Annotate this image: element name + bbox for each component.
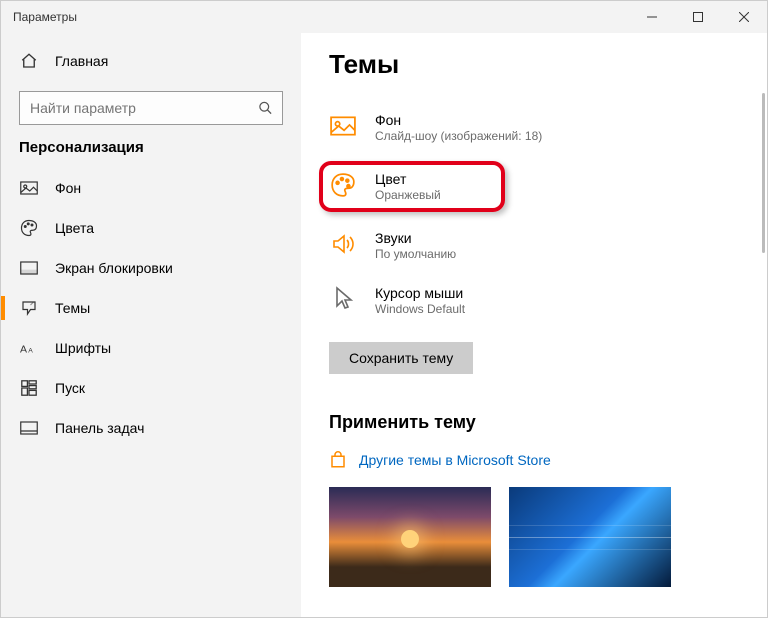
window-body: Главная Персонализация Фон xyxy=(1,33,767,617)
image-icon xyxy=(329,112,357,140)
option-title: Цвет xyxy=(375,171,441,187)
titlebar: Параметры xyxy=(1,1,767,33)
theme-thumbnails xyxy=(329,487,767,587)
option-title: Звуки xyxy=(375,230,456,246)
svg-text:A: A xyxy=(20,344,27,356)
close-button[interactable] xyxy=(721,1,767,33)
sidebar-item-label: Экран блокировки xyxy=(55,260,173,276)
option-title: Фон xyxy=(375,112,542,128)
cursor-icon xyxy=(329,285,357,313)
option-subtitle: Windows Default xyxy=(375,302,465,316)
option-subtitle: По умолчанию xyxy=(375,247,456,261)
sidebar: Главная Персонализация Фон xyxy=(1,33,301,617)
window-controls xyxy=(629,1,767,33)
save-theme-button[interactable]: Сохранить тему xyxy=(329,342,473,374)
option-title: Курсор мыши xyxy=(375,285,465,301)
sidebar-item-lockscreen[interactable]: Экран блокировки xyxy=(1,248,301,288)
sidebar-item-label: Шрифты xyxy=(55,340,111,356)
sidebar-item-fonts[interactable]: AA Шрифты xyxy=(1,328,301,368)
theme-option-background[interactable]: Фон Слайд-шоу (изображений: 18) xyxy=(329,106,767,149)
sidebar-item-colors[interactable]: Цвета xyxy=(1,208,301,248)
search-input[interactable] xyxy=(19,91,283,125)
start-icon xyxy=(19,378,39,398)
search-icon xyxy=(258,101,273,116)
theme-thumbnail[interactable] xyxy=(509,487,671,587)
themes-icon xyxy=(19,298,39,318)
sidebar-item-background[interactable]: Фон xyxy=(1,168,301,208)
apply-theme-heading: Применить тему xyxy=(329,412,767,433)
sidebar-item-taskbar[interactable]: Панель задач xyxy=(1,408,301,448)
settings-window: Параметры Главная xyxy=(0,0,768,618)
theme-option-color[interactable]: Цвет Оранжевый xyxy=(329,171,441,202)
option-subtitle: Слайд-шоу (изображений: 18) xyxy=(375,129,542,143)
option-subtitle: Оранжевый xyxy=(375,188,441,202)
taskbar-icon xyxy=(19,418,39,438)
home-nav[interactable]: Главная xyxy=(1,41,301,81)
image-icon xyxy=(19,178,39,198)
sidebar-item-label: Фон xyxy=(55,180,81,196)
sidebar-item-label: Цвета xyxy=(55,220,94,236)
section-header: Персонализация xyxy=(1,139,301,168)
scrollbar[interactable] xyxy=(762,93,765,253)
lockscreen-icon xyxy=(19,258,39,278)
palette-icon xyxy=(329,171,357,199)
theme-option-sounds[interactable]: Звуки По умолчанию xyxy=(329,224,767,267)
fonts-icon: AA xyxy=(19,338,39,358)
sound-icon xyxy=(329,230,357,258)
window-title: Параметры xyxy=(1,10,629,24)
home-label: Главная xyxy=(55,53,108,69)
main-content: Темы Фон Слайд-шоу (изображений: 18) Цве… xyxy=(301,33,767,617)
sidebar-item-start[interactable]: Пуск xyxy=(1,368,301,408)
minimize-button[interactable] xyxy=(629,1,675,33)
store-link-label: Другие темы в Microsoft Store xyxy=(359,452,551,468)
maximize-button[interactable] xyxy=(675,1,721,33)
theme-option-cursor[interactable]: Курсор мыши Windows Default xyxy=(329,279,767,322)
svg-text:A: A xyxy=(28,348,33,355)
store-link[interactable]: Другие темы в Microsoft Store xyxy=(329,451,767,469)
store-icon xyxy=(329,451,347,469)
search-container xyxy=(1,91,301,139)
sidebar-item-label: Панель задач xyxy=(55,420,144,436)
palette-icon xyxy=(19,218,39,238)
highlight-annotation: Цвет Оранжевый xyxy=(319,161,505,212)
page-title: Темы xyxy=(329,49,767,80)
sidebar-item-label: Темы xyxy=(55,300,90,316)
sidebar-item-label: Пуск xyxy=(55,380,85,396)
sidebar-item-themes[interactable]: Темы xyxy=(1,288,301,328)
theme-thumbnail[interactable] xyxy=(329,487,491,587)
home-icon xyxy=(19,51,39,71)
